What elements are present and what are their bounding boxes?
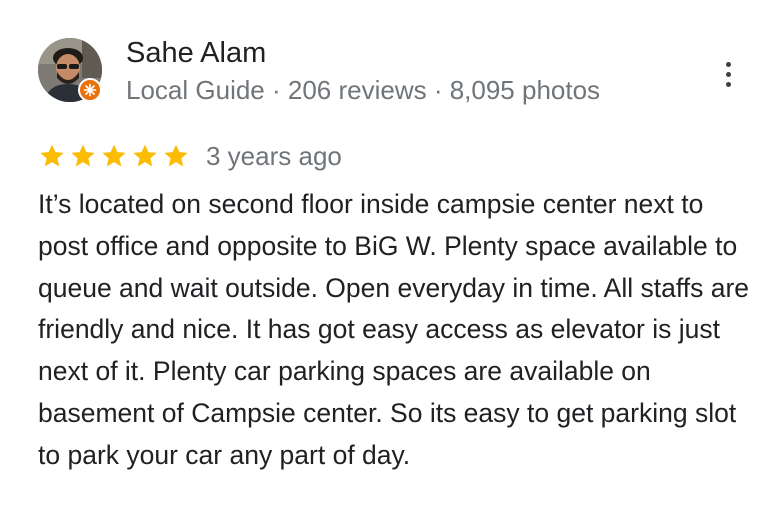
star-icon [100,142,128,170]
reviewer-meta: Local Guide · 206 reviews · 8,095 photos [126,75,601,105]
more-options-button[interactable] [714,56,742,92]
star-icon [38,142,66,170]
star-rating [38,142,190,170]
reviewer-header: Sahe Alam Local Guide · 206 reviews · 8,… [38,36,738,106]
more-vert-icon [725,61,731,67]
star-icon [162,142,190,170]
review-card: Sahe Alam Local Guide · 206 reviews · 8,… [0,0,774,532]
review-text: It’s located on second floor inside camp… [38,189,750,470]
star-icon [69,142,97,170]
reviewer-name[interactable]: Sahe Alam [126,36,266,70]
star-icon [131,142,159,170]
review-date: 3 years ago [206,141,342,171]
local-guide-badge-icon [78,78,102,102]
rating-row: 3 years ago [38,140,342,172]
